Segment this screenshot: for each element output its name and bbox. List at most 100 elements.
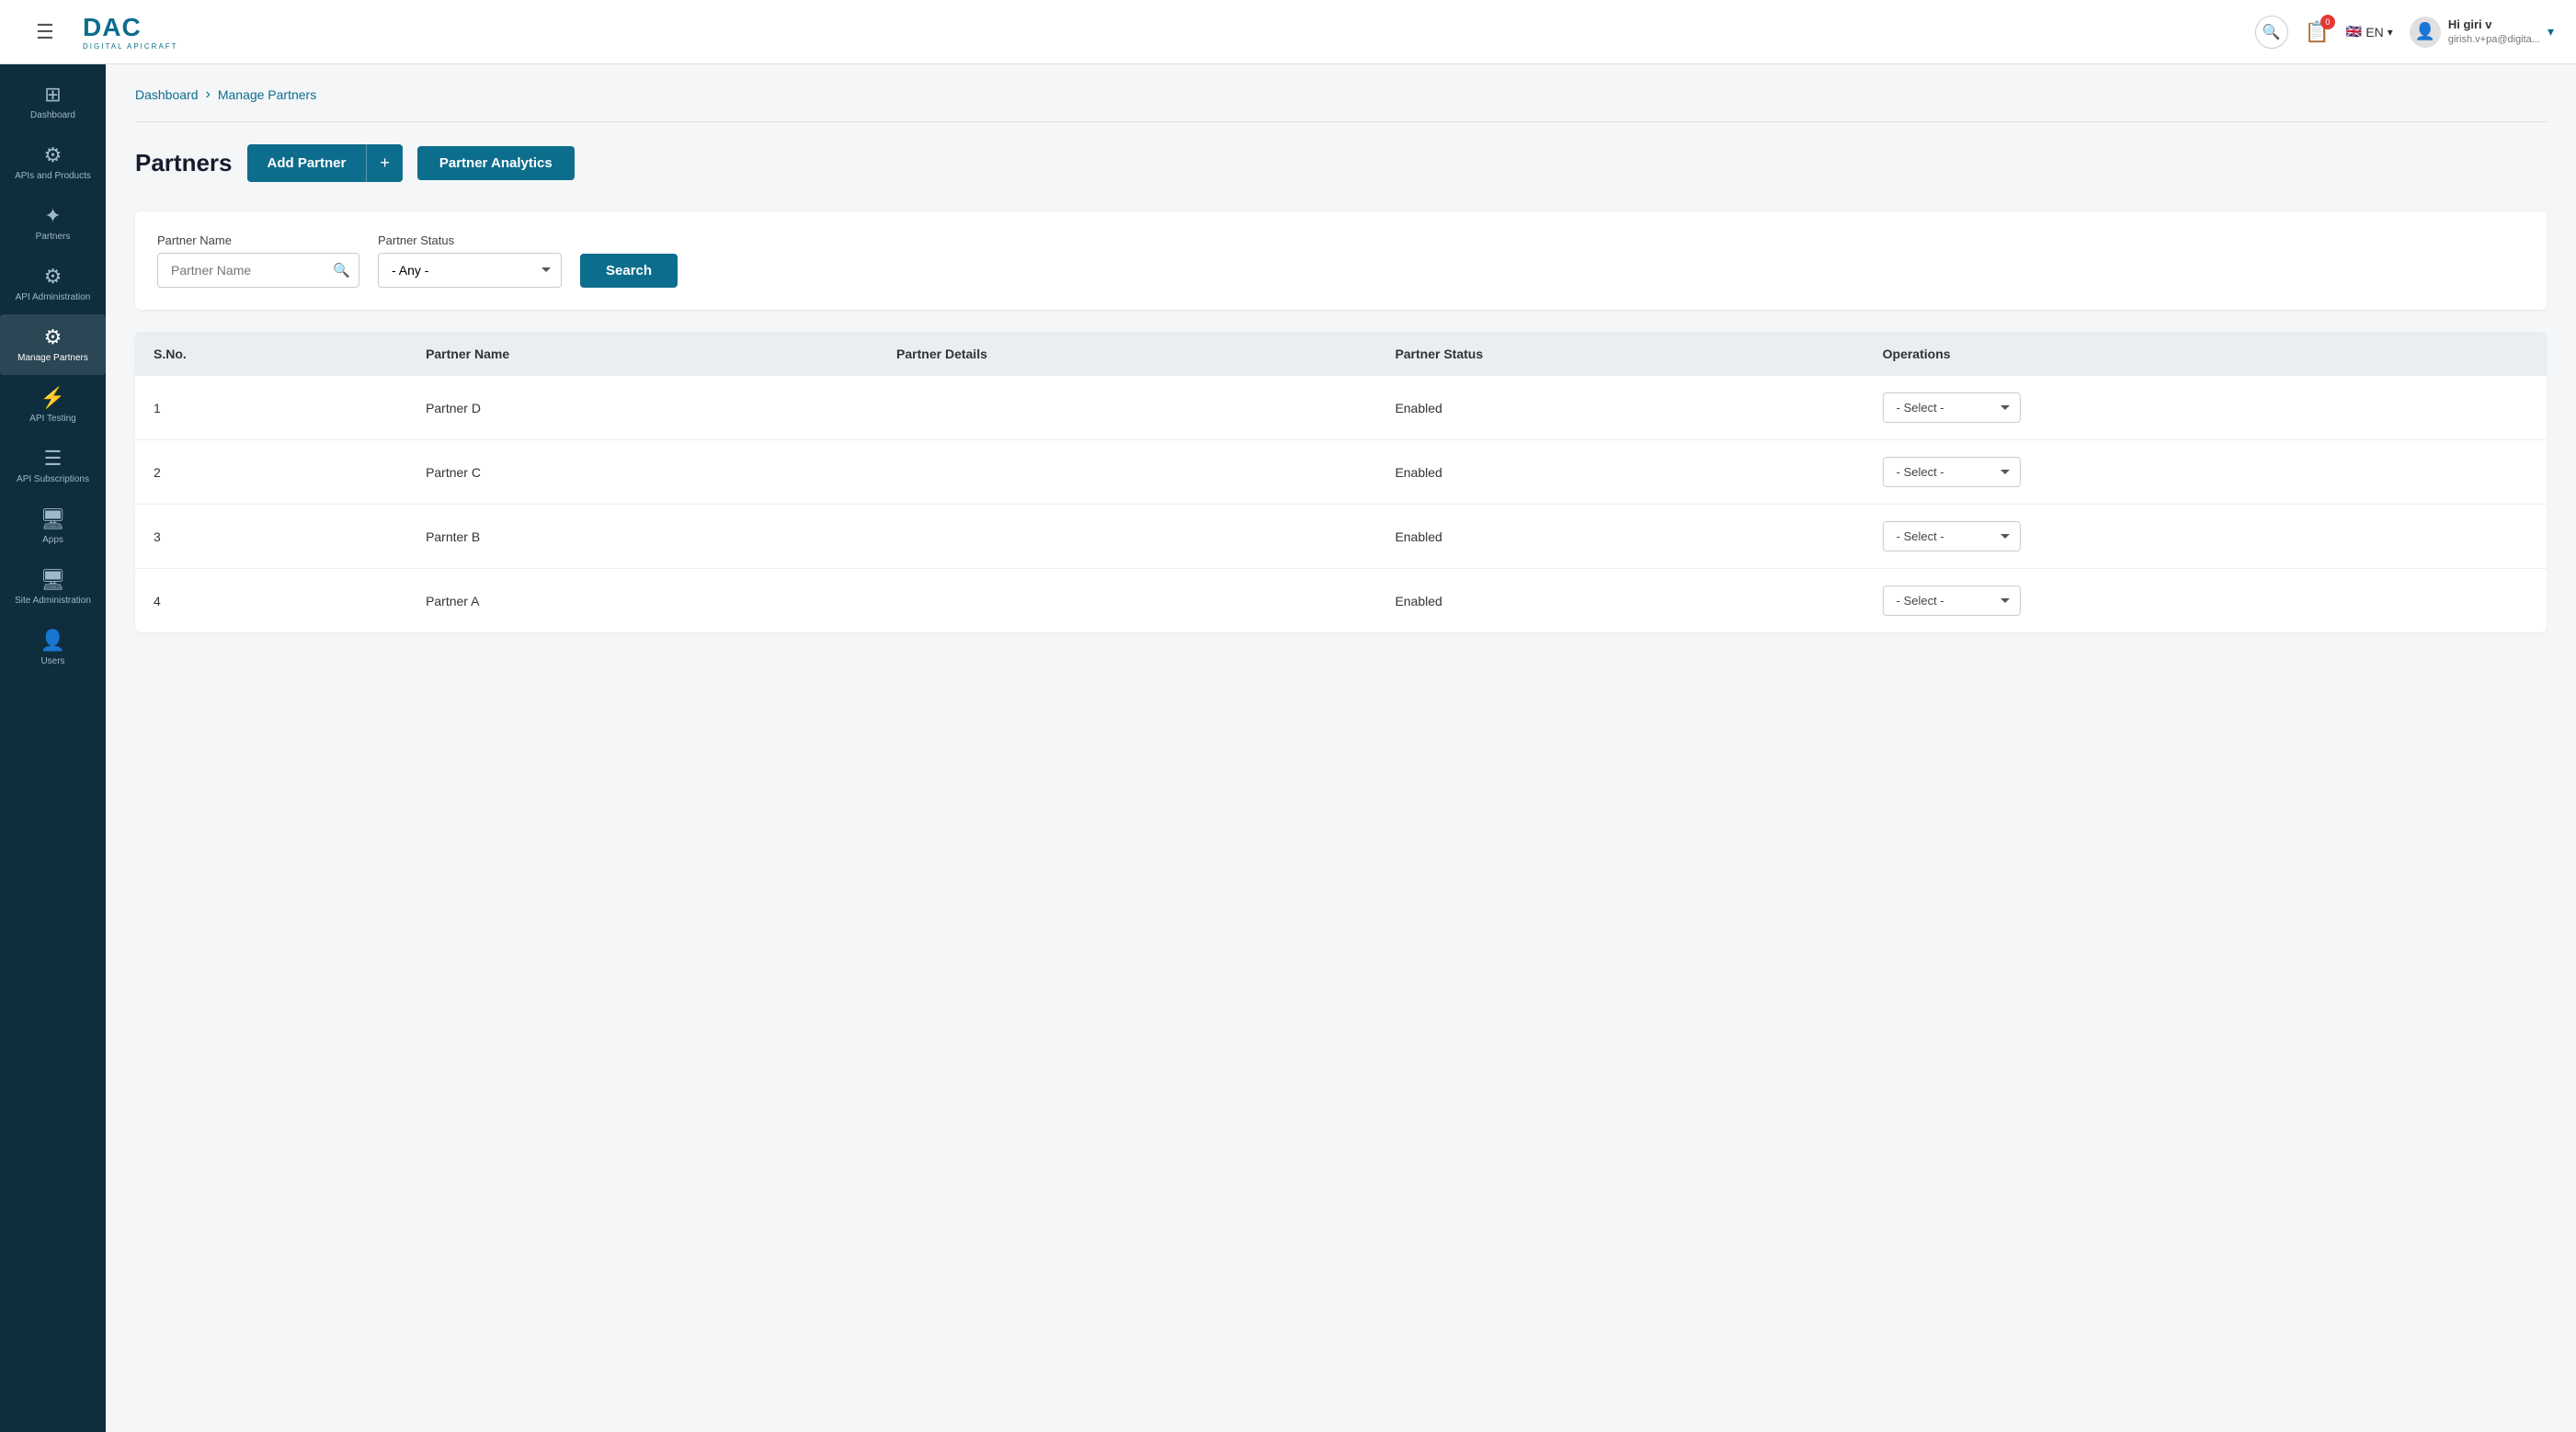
sidebar-item-api-testing[interactable]: ⚡ API Testing <box>0 375 106 436</box>
partner-name-label: Partner Name <box>157 233 359 247</box>
sidebar-item-api-subscriptions[interactable]: ☰ API Subscriptions <box>0 436 106 496</box>
sidebar-item-label: API Testing <box>29 414 75 425</box>
header-right: 🔍 📋 0 🇬🇧 EN ▾ 👤 Hi giri v girish.v+pa@di… <box>2255 16 2555 49</box>
col-sno: S.No. <box>135 332 407 376</box>
breadcrumb-parent[interactable]: Dashboard <box>135 87 199 102</box>
logo: DAC DIGITAL APICRAFT <box>83 13 193 51</box>
partner-name-input-wrap: 🔍 <box>157 253 359 288</box>
user-menu[interactable]: 👤 Hi giri v girish.v+pa@digita... ▾ <box>2410 17 2554 48</box>
logo-sub: DIGITAL APICRAFT <box>83 42 193 51</box>
add-partner-button[interactable]: Add Partner <box>247 144 367 182</box>
partner-analytics-button[interactable]: Partner Analytics <box>417 146 575 180</box>
sidebar-item-apps[interactable]: 🖥 Apps <box>0 496 106 557</box>
partner-status-select[interactable]: - Any - Enabled Disabled <box>378 253 562 288</box>
operations-select[interactable]: - Select - Edit Delete Disable <box>1883 521 2021 551</box>
cell-sno: 2 <box>135 440 407 505</box>
user-chevron-icon: ▾ <box>2548 24 2554 40</box>
user-email: girish.v+pa@digita... <box>2448 33 2540 46</box>
cell-operations: - Select - Edit Delete Disable <box>1864 440 2547 505</box>
partner-name-input[interactable] <box>157 253 359 288</box>
cell-sno: 1 <box>135 376 407 440</box>
users-icon: 👤 <box>40 629 65 653</box>
sidebar-item-label: Partners <box>36 232 71 243</box>
sidebar-toggle[interactable]: ☰ <box>22 9 68 55</box>
table-body: 1 Partner D Enabled - Select - Edit Dele… <box>135 376 2547 632</box>
cell-operations: - Select - Edit Delete Disable <box>1864 569 2547 633</box>
operations-select[interactable]: - Select - Edit Delete Disable <box>1883 457 2021 487</box>
sidebar-item-site-administration[interactable]: 🖥 Site Administration <box>0 557 106 618</box>
partner-status-filter: Partner Status - Any - Enabled Disabled <box>378 233 562 288</box>
table-header: S.No. Partner Name Partner Details Partn… <box>135 332 2547 376</box>
cell-partner-status: Enabled <box>1376 569 1864 633</box>
cell-partner-status: Enabled <box>1376 376 1864 440</box>
cell-partner-name: Partner A <box>407 569 878 633</box>
cell-partner-status: Enabled <box>1376 440 1864 505</box>
sidebar-item-label: API Administration <box>16 292 91 303</box>
partners-table: S.No. Partner Name Partner Details Partn… <box>135 332 2547 632</box>
flag-icon: 🇬🇧 <box>2346 24 2362 40</box>
cell-sno: 4 <box>135 569 407 633</box>
cell-sno: 3 <box>135 505 407 569</box>
cell-partner-name: Partner D <box>407 376 878 440</box>
operations-select[interactable]: - Select - Edit Delete Disable <box>1883 585 2021 616</box>
apis-icon: ⚙ <box>44 143 63 167</box>
dashboard-icon: ⊞ <box>44 83 61 107</box>
cell-partner-status: Enabled <box>1376 505 1864 569</box>
logo-main: DAC <box>83 13 193 42</box>
search-button[interactable]: Search <box>580 254 678 288</box>
manage-partners-icon: ⚙ <box>44 325 63 349</box>
cell-operations: - Select - Edit Delete Disable <box>1864 505 2547 569</box>
sidebar-item-label: Manage Partners <box>17 353 88 364</box>
table-row: 1 Partner D Enabled - Select - Edit Dele… <box>135 376 2547 440</box>
sidebar-item-apis-products[interactable]: ⚙ APIs and Products <box>0 132 106 193</box>
chevron-down-icon: ▾ <box>2388 26 2393 39</box>
sidebar-item-label: Dashboard <box>30 110 75 121</box>
table-row: 2 Partner C Enabled - Select - Edit Dele… <box>135 440 2547 505</box>
col-partner-details: Partner Details <box>878 332 1376 376</box>
col-operations: Operations <box>1864 332 2547 376</box>
sidebar-item-label: APIs and Products <box>15 171 91 182</box>
api-testing-icon: ⚡ <box>40 386 65 410</box>
header: ☰ DAC DIGITAL APICRAFT 🔍 📋 0 🇬🇧 EN ▾ 👤 H… <box>0 0 2576 64</box>
notifications-button[interactable]: 📋 0 <box>2305 20 2330 44</box>
page-title: Partners <box>135 149 233 177</box>
language-label: EN <box>2365 25 2383 40</box>
breadcrumb-current: Manage Partners <box>218 87 316 102</box>
sidebar-item-label: Site Administration <box>15 596 91 607</box>
sidebar-item-dashboard[interactable]: ⊞ Dashboard <box>0 72 106 132</box>
breadcrumb-separator: › <box>206 86 211 103</box>
cell-partner-details <box>878 440 1376 505</box>
cell-operations: - Select - Edit Delete Disable <box>1864 376 2547 440</box>
sidebar-item-label: Apps <box>42 535 63 546</box>
sidebar-item-label: Users <box>40 656 64 667</box>
operations-select[interactable]: - Select - Edit Delete Disable <box>1883 392 2021 423</box>
api-admin-icon: ⚙ <box>44 265 63 289</box>
partner-status-label: Partner Status <box>378 233 562 247</box>
col-partner-name: Partner Name <box>407 332 878 376</box>
language-selector[interactable]: 🇬🇧 EN ▾ <box>2346 24 2393 40</box>
filter-row: Partner Name 🔍 Partner Status - Any - En… <box>157 233 2525 288</box>
partner-name-search-icon: 🔍 <box>333 262 350 278</box>
breadcrumb-divider <box>135 121 2547 122</box>
table-row: 4 Partner A Enabled - Select - Edit Dele… <box>135 569 2547 633</box>
notification-badge: 0 <box>2320 15 2335 29</box>
partner-name-filter: Partner Name 🔍 <box>157 233 359 288</box>
cell-partner-details <box>878 505 1376 569</box>
sidebar-item-api-administration[interactable]: ⚙ API Administration <box>0 254 106 314</box>
filter-section: Partner Name 🔍 Partner Status - Any - En… <box>135 211 2547 310</box>
cell-partner-details <box>878 569 1376 633</box>
add-partner-icon-button[interactable]: + <box>366 144 403 182</box>
avatar: 👤 <box>2410 17 2441 48</box>
sidebar-item-label: API Subscriptions <box>17 474 89 485</box>
cell-partner-details <box>878 376 1376 440</box>
subscriptions-icon: ☰ <box>44 447 63 471</box>
header-search-button[interactable]: 🔍 <box>2255 16 2288 49</box>
main-content: Dashboard › Manage Partners Partners Add… <box>106 64 2576 1432</box>
sidebar-item-users[interactable]: 👤 Users <box>0 618 106 678</box>
partners-table-container: S.No. Partner Name Partner Details Partn… <box>135 332 2547 632</box>
table-row: 3 Parnter B Enabled - Select - Edit Dele… <box>135 505 2547 569</box>
sidebar-item-partners[interactable]: ✦ Partners <box>0 193 106 254</box>
site-admin-icon: 🖥 <box>40 568 66 592</box>
breadcrumb: Dashboard › Manage Partners <box>135 86 2547 103</box>
sidebar-item-manage-partners[interactable]: ⚙ Manage Partners <box>0 314 106 375</box>
